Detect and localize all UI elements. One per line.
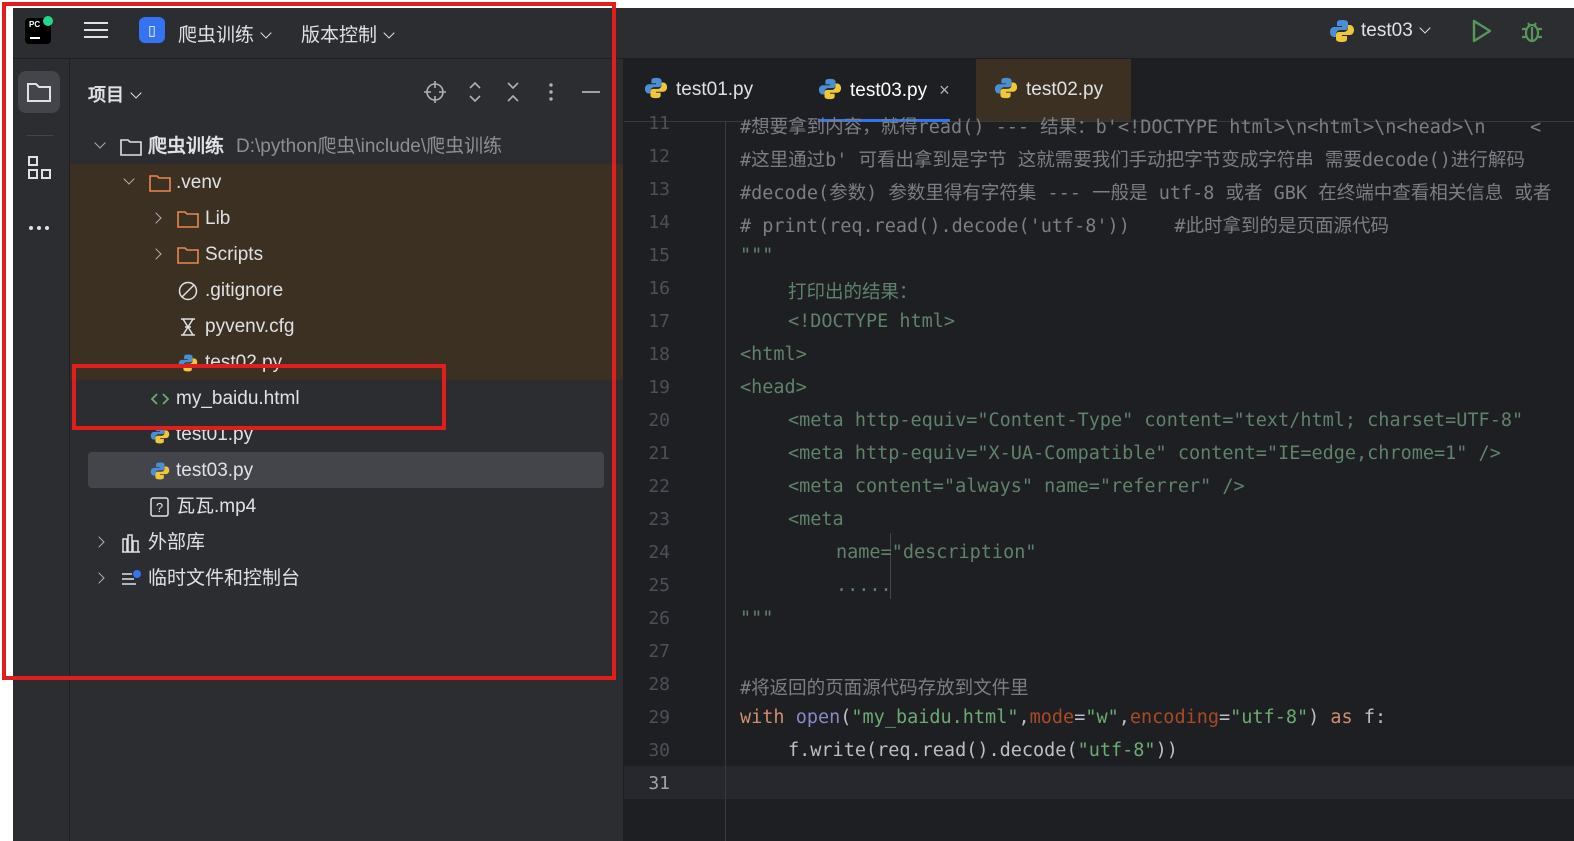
line-number: 22 [648, 476, 670, 497]
python-icon [1330, 20, 1354, 42]
tab-label: test02.py [1026, 79, 1104, 100]
tab-label: test01.py [676, 79, 754, 100]
code-token: = [1074, 707, 1086, 728]
annotation-box-html-file [72, 364, 446, 430]
line-number-current: 31 [648, 773, 670, 794]
tab-test02[interactable]: test02.py [976, 59, 1132, 121]
gutter-divider [725, 121, 726, 841]
code-token: open [795, 707, 841, 728]
code-token: as [1330, 707, 1353, 728]
code-line: <head> [740, 377, 807, 398]
code-token: ( [840, 707, 852, 728]
line-number: 20 [648, 410, 670, 431]
line-number: 27 [648, 641, 670, 662]
code-token: encoding [1129, 707, 1219, 728]
line-number: 19 [648, 377, 670, 398]
line-number: 28 [648, 674, 670, 695]
code-line: <meta content="always" name="referrer" /… [788, 476, 1245, 497]
code-token: = [1219, 707, 1231, 728]
code-line: #这里通过b' 可看出拿到是字节 这就需要我们手动把字节变成字符串 需要deco… [740, 150, 1525, 171]
code-line: #decode(参数) 参数里得有字符集 --- 一般是 utf-8 或者 GB… [740, 183, 1552, 204]
code-line: <meta http-equiv="X-UA-Compatible" conte… [788, 443, 1501, 464]
code-token: "utf-8" [1077, 740, 1156, 761]
code-token: #此时拿到的是页面源代码 [1174, 216, 1390, 237]
line-number: 11 [648, 113, 670, 134]
code-token: , [1118, 707, 1130, 728]
line-number: 12 [648, 146, 670, 167]
code-editor[interactable]: #想要拿到内容，就得read() --- 结果：b'<!DOCTYPE html… [740, 117, 1574, 841]
line-number: 14 [648, 212, 670, 233]
code-token: )) [1155, 740, 1178, 761]
line-number: 25 [648, 575, 670, 596]
run-config-selector[interactable]: test03 [1329, 18, 1431, 44]
python-icon [818, 78, 842, 100]
code-token: # print(req.read().decode('utf-8')) [740, 216, 1130, 237]
code-line: #想要拿到内容，就得read() --- 结果：b'<!DOCTYPE html… [740, 117, 1542, 138]
code-line: <meta http-equiv="Content-Type" content=… [788, 410, 1524, 431]
run-icon[interactable] [1470, 18, 1494, 44]
tab-test03[interactable]: test03.py × [818, 59, 950, 122]
code-line: <html> [740, 344, 807, 365]
code-line: ..... [836, 575, 892, 596]
code-token: "my_baidu.html" [851, 707, 1019, 728]
tab-label: test03.py [850, 80, 928, 101]
line-number: 15 [648, 245, 670, 266]
code-token: "w" [1085, 707, 1119, 728]
line-number: 26 [648, 608, 670, 629]
annotation-box-project-panel [2, 2, 616, 680]
code-token: , [1018, 707, 1030, 728]
line-number: 13 [648, 179, 670, 200]
close-icon[interactable]: × [939, 59, 950, 121]
code-line: #将返回的页面源代码存放到文件里 [740, 678, 1029, 699]
line-number: 21 [648, 443, 670, 464]
code-line: # print(req.read().decode('utf-8')) #此时拿… [740, 212, 1389, 238]
chevron-down-icon [1419, 22, 1431, 34]
line-number: 24 [648, 542, 670, 563]
line-number: 30 [648, 740, 670, 761]
code-token: mode [1029, 707, 1075, 728]
code-line: f.write(req.read().decode("utf-8")) [788, 740, 1178, 761]
code-token: f.write(req.read().decode( [788, 740, 1078, 761]
code-token: ) [1308, 707, 1320, 728]
run-config-label: test03 [1361, 20, 1413, 42]
python-icon [644, 77, 668, 99]
code-line: name="description" [836, 542, 1037, 563]
line-number: 16 [648, 278, 670, 299]
tab-test01[interactable]: test01.py [644, 59, 753, 121]
line-number: 29 [648, 707, 670, 728]
code-token: f: [1363, 707, 1387, 728]
line-number: 23 [648, 509, 670, 530]
code-line: <!DOCTYPE html> [788, 311, 956, 332]
code-line: """ [740, 245, 774, 266]
line-number-gutter: 11 12 13 14 15 16 17 18 19 20 21 22 23 2… [624, 113, 724, 841]
editor-area: test01.py test03.py × test02.py 11 12 13 … [623, 59, 1574, 841]
python-icon [994, 77, 1018, 99]
code-line: """ [740, 608, 774, 629]
code-line: 打印出的结果： [788, 282, 918, 303]
code-line: <meta [788, 509, 844, 530]
code-line: with open("my_baidu.html",mode="w",encod… [740, 707, 1386, 728]
code-token: "utf-8" [1230, 707, 1309, 728]
debug-icon[interactable] [1519, 17, 1545, 45]
line-number: 17 [648, 311, 670, 332]
code-token: with [740, 707, 785, 728]
line-number: 18 [648, 344, 670, 365]
